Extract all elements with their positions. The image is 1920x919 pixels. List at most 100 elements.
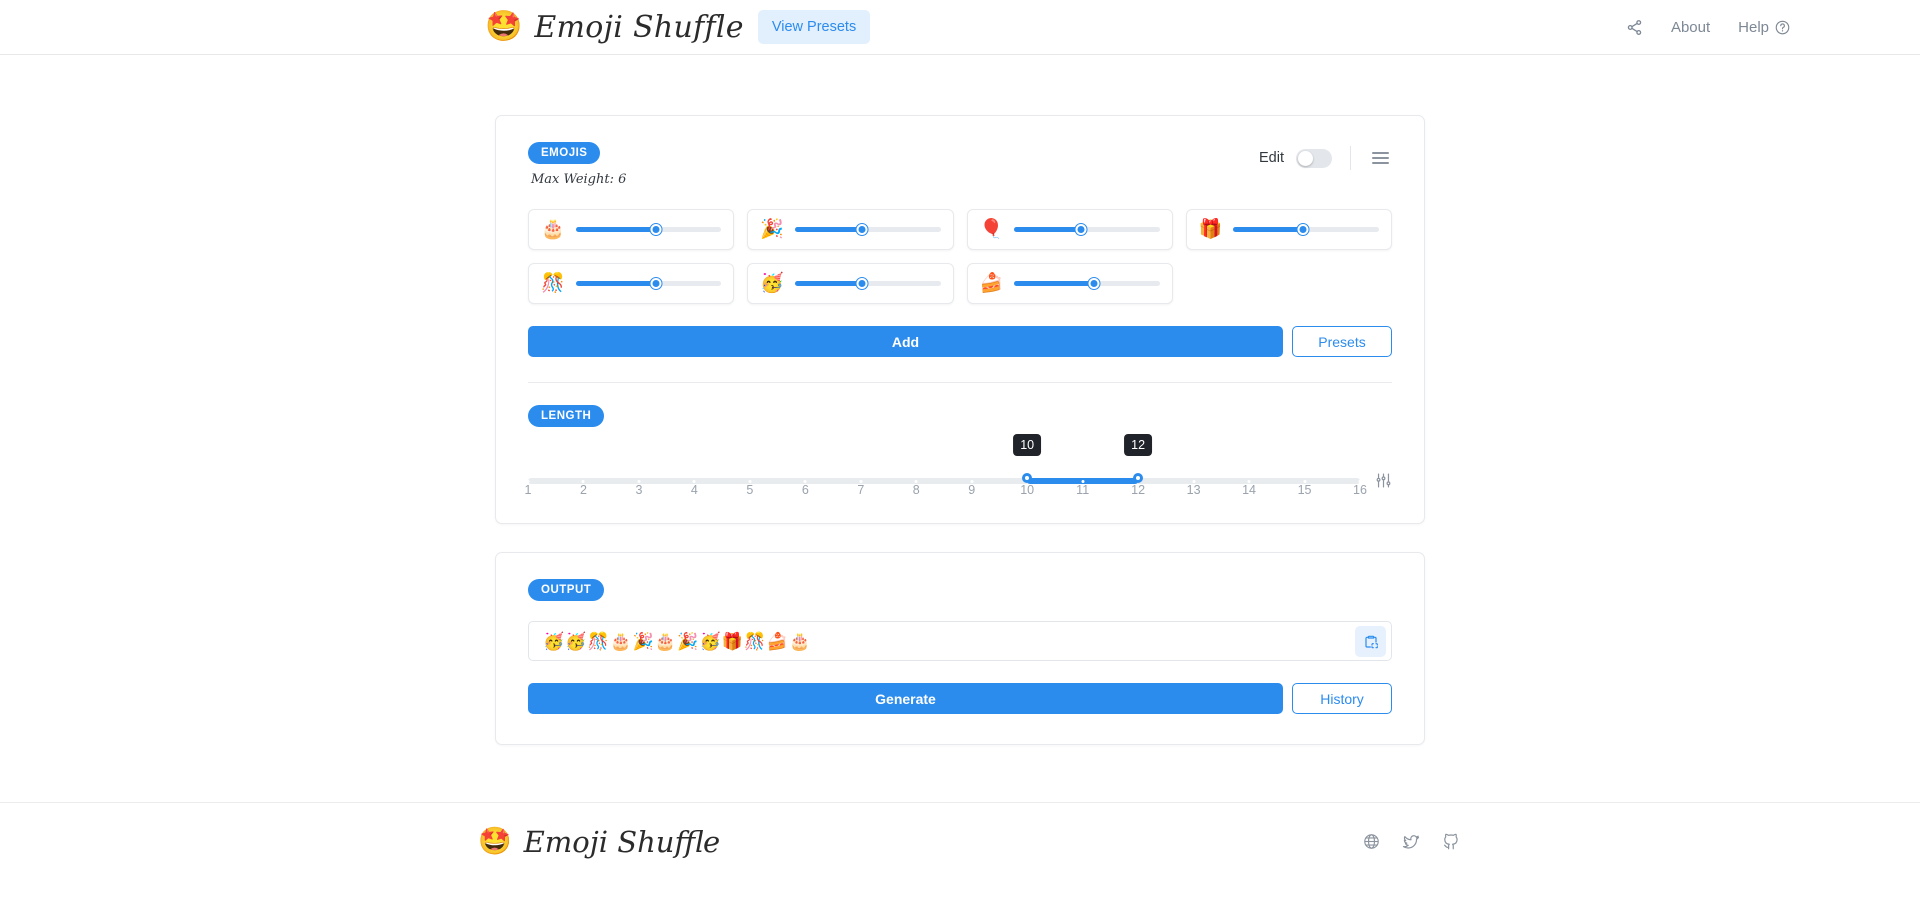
emojis-badge: EMOJIS <box>528 142 601 164</box>
range-tick-label: 14 <box>1242 482 1257 497</box>
presets-button[interactable]: Presets <box>1292 326 1392 357</box>
edit-label: Edit <box>1259 150 1284 166</box>
range-tooltip-min: 10 <box>1013 433 1042 456</box>
slider-thumb[interactable] <box>856 224 868 235</box>
emoji-weight-grid: 🎂 🎉 🎈 🎁 🎊 🥳 🍰 <box>528 209 1392 304</box>
weight-slider-balloon[interactable] <box>1014 221 1160 239</box>
emojis-card-header: EMOJIS Max Weight: 6 Edit <box>528 142 1392 187</box>
wrapped-gift-icon: 🎁 <box>1198 219 1223 240</box>
footer-brand: 🤩 Emoji Shuffle <box>478 825 720 859</box>
clipboard-copy-icon <box>1363 634 1379 650</box>
party-popper-icon: 🎉 <box>760 219 784 240</box>
range-tick-label: 4 <box>690 482 698 497</box>
range-tick-labels: 1 2 3 4 5 6 7 8 9 10 11 12 13 14 15 16 <box>524 482 1367 501</box>
share-icon[interactable] <box>1626 19 1643 36</box>
slider-fill <box>794 227 862 232</box>
twitter-icon[interactable] <box>1402 833 1420 851</box>
range-tick-label: 13 <box>1186 482 1201 497</box>
confetti-ball-icon: 🎊 <box>541 273 565 294</box>
brand-title: Emoji Shuffle <box>534 9 744 45</box>
balloon-icon: 🎈 <box>979 219 1004 240</box>
range-tick-label: 10 <box>1020 482 1035 497</box>
weight-slider-wrapped-gift[interactable] <box>1233 221 1379 239</box>
output-value: 🥳🥳🎊🎂🎉🎂🎉🥳🎁🎊🍰🎂 <box>543 631 812 651</box>
weight-slider-birthday-cake[interactable] <box>575 221 722 239</box>
header-nav: About Help <box>1626 19 1790 36</box>
slider-thumb[interactable] <box>1075 224 1087 235</box>
page-body: EMOJIS Max Weight: 6 Edit 🎂 🎉 🎈 🎁 🎊 🥳 🍰 Add Pr… <box>0 55 1920 880</box>
question-circle-icon <box>1775 20 1790 35</box>
edit-toggle-knob <box>1298 150 1313 166</box>
emoji-weight-row-partying-face: 🥳 <box>747 263 954 304</box>
slider-thumb[interactable] <box>650 278 662 289</box>
nav-help-label: Help <box>1738 18 1769 36</box>
slider-fill <box>1014 227 1082 232</box>
section-divider <box>528 382 1392 383</box>
length-section: LENGTH 10 12 1 2 3 4 5 6 7 8 9 10 11 12 13 14 15 16 <box>525 405 1392 497</box>
output-card: OUTPUT 🥳🥳🎊🎂🎉🎂🎉🥳🎁🎊🍰🎂 Generate History <box>495 552 1425 745</box>
max-weight-label: Max Weight: 6 <box>531 172 627 187</box>
view-presets-button[interactable]: View Presets <box>757 10 871 44</box>
shortcake-icon: 🍰 <box>979 273 1004 294</box>
emoji-weight-row-wrapped-gift: 🎁 <box>1185 209 1392 250</box>
weight-slider-confetti-ball[interactable] <box>575 275 722 293</box>
globe-www-icon[interactable] <box>1363 833 1380 850</box>
hamburger-menu-icon[interactable] <box>1369 149 1392 167</box>
range-tick-label: 12 <box>1131 482 1146 497</box>
output-badge: OUTPUT <box>528 579 605 601</box>
brand: 🤩 Emoji Shuffle <box>485 10 744 45</box>
slider-thumb[interactable] <box>1088 278 1100 289</box>
range-tick-label: 1 <box>524 482 532 497</box>
emojis-title-group: EMOJIS Max Weight: 6 <box>528 142 626 187</box>
range-tick-label: 15 <box>1297 482 1312 497</box>
footer-brand-title: Emoji Shuffle <box>523 824 721 859</box>
range-tooltip-max: 12 <box>1124 433 1153 456</box>
generate-button[interactable]: Generate <box>528 683 1283 714</box>
emoji-weight-row-birthday-cake: 🎂 <box>528 209 735 250</box>
edit-toggle[interactable] <box>1296 148 1332 168</box>
slider-fill <box>1014 281 1095 286</box>
birthday-cake-icon: 🎂 <box>541 219 565 240</box>
copy-button[interactable] <box>1355 626 1386 657</box>
output-field[interactable]: 🥳🥳🎊🎂🎉🎂🎉🥳🎁🎊🍰🎂 <box>528 621 1392 661</box>
weight-slider-shortcake[interactable] <box>1014 275 1160 293</box>
range-tick-label: 9 <box>968 482 976 497</box>
slider-thumb[interactable] <box>856 278 868 289</box>
slider-fill <box>575 227 656 232</box>
footer-social-icons <box>1363 833 1460 851</box>
weight-slider-partying-face[interactable] <box>794 275 941 293</box>
emojis-card: EMOJIS Max Weight: 6 Edit 🎂 🎉 🎈 🎁 🎊 🥳 🍰 Add Pr… <box>495 115 1425 524</box>
app-footer: 🤩 Emoji Shuffle <box>0 802 1920 880</box>
add-button[interactable]: Add <box>528 326 1283 357</box>
range-tick-label: 16 <box>1353 482 1367 497</box>
range-tick-label: 5 <box>746 482 754 497</box>
range-tick-label: 8 <box>912 482 920 497</box>
range-thumb-min[interactable] <box>1022 472 1033 483</box>
emoji-weight-row-confetti-ball: 🎊 <box>528 263 735 304</box>
slider-fill <box>794 281 862 286</box>
range-tick-label: 11 <box>1076 482 1090 497</box>
github-icon[interactable] <box>1442 833 1460 851</box>
emoji-weight-row-balloon: 🎈 <box>966 209 1173 250</box>
nav-help-link[interactable]: Help <box>1738 19 1790 36</box>
output-actions: Generate History <box>528 683 1392 714</box>
range-tick-label: 6 <box>801 482 809 497</box>
sliders-icon[interactable] <box>1374 472 1392 489</box>
range-tick-label: 2 <box>579 482 587 497</box>
slider-thumb[interactable] <box>1297 224 1309 235</box>
nav-about-link[interactable]: About <box>1671 19 1710 36</box>
length-range-slider[interactable]: 10 12 1 2 3 4 5 6 7 8 9 10 11 12 13 14 15 16 <box>525 433 1367 497</box>
range-thumb-max[interactable] <box>1133 472 1144 483</box>
range-tick-label: 7 <box>857 482 865 497</box>
edit-controls: Edit <box>1259 142 1392 170</box>
slider-thumb[interactable] <box>650 224 662 235</box>
range-tick-label: 3 <box>635 482 643 497</box>
star-struck-logo-icon: 🤩 <box>478 826 512 856</box>
emoji-actions: Add Presets <box>528 326 1392 357</box>
weight-slider-party-popper[interactable] <box>794 221 941 239</box>
history-button[interactable]: History <box>1292 683 1392 714</box>
length-range-row: 10 12 1 2 3 4 5 6 7 8 9 10 11 12 13 14 15 16 <box>525 433 1392 497</box>
slider-fill <box>575 281 656 286</box>
length-badge: LENGTH <box>528 405 605 427</box>
slider-fill <box>1233 227 1304 232</box>
